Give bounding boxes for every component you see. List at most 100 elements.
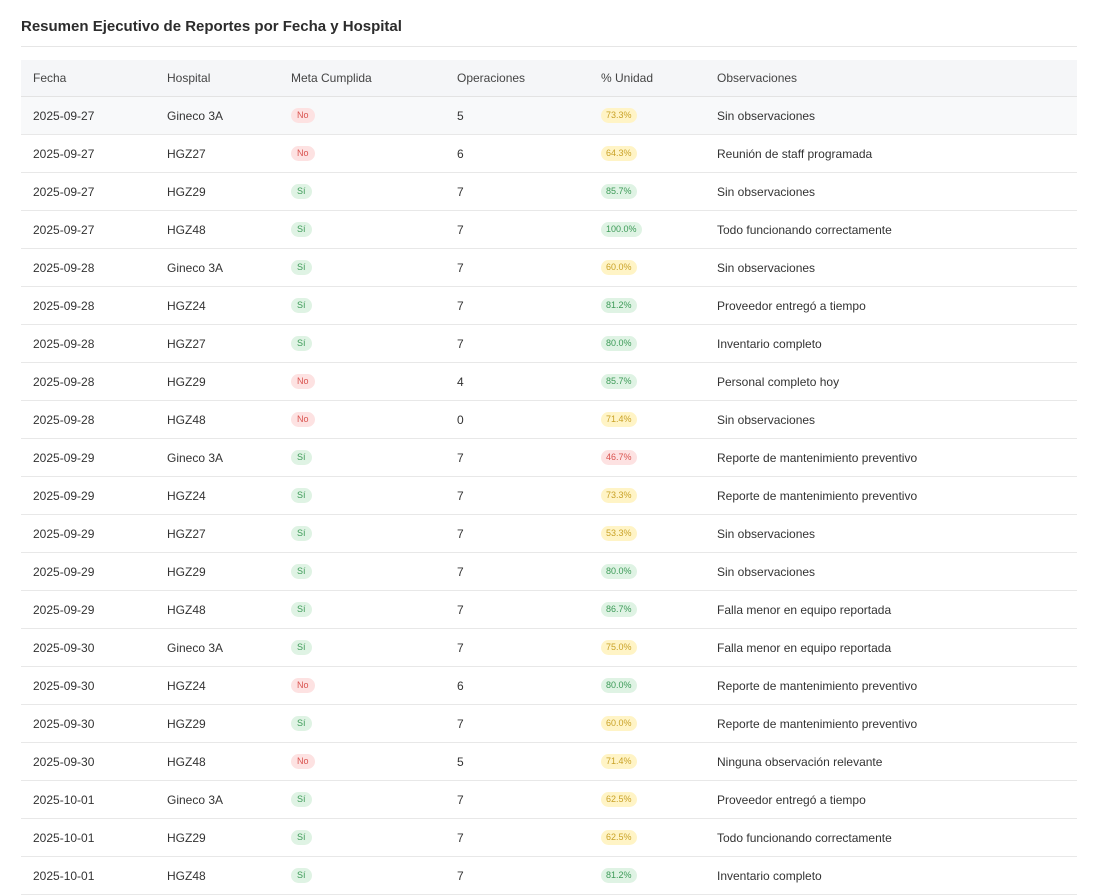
cell-hospital: Gineco 3A <box>167 792 224 807</box>
cell-hospital: HGZ24 <box>167 298 206 313</box>
meta-badge: No <box>291 146 315 161</box>
cell-hospital: HGZ48 <box>167 222 206 237</box>
unidad-badge: 62.5% <box>601 792 637 807</box>
cell-hospital: HGZ48 <box>167 868 206 883</box>
cell-hospital: Gineco 3A <box>167 260 224 275</box>
cell-fecha: 2025-09-29 <box>33 602 95 617</box>
cell-observaciones: Sin observaciones <box>717 184 816 199</box>
column-header-unidad[interactable]: % Unidad <box>601 60 653 96</box>
meta-badge: Sí <box>291 450 312 465</box>
cell-fecha: 2025-09-28 <box>33 374 95 389</box>
cell-fecha: 2025-09-30 <box>33 716 95 731</box>
cell-hospital: Gineco 3A <box>167 640 224 655</box>
cell-fecha: 2025-10-01 <box>33 792 95 807</box>
unidad-badge: 80.0% <box>601 678 637 693</box>
cell-unidad: 85.7% <box>601 363 637 400</box>
cell-operaciones: 7 <box>457 602 464 617</box>
column-header-hospital[interactable]: Hospital <box>167 60 210 96</box>
cell-meta: No <box>291 401 315 438</box>
cell-hospital: HGZ27 <box>167 526 206 541</box>
unidad-badge: 64.3% <box>601 146 637 161</box>
cell-hospital: HGZ29 <box>167 716 206 731</box>
unidad-badge: 60.0% <box>601 260 637 275</box>
table-row: 2025-09-27 HGZ48 Sí 7 100.0% Todo funcionando… <box>21 211 1077 249</box>
cell-operaciones: 5 <box>457 754 464 769</box>
column-header-operaciones[interactable]: Operaciones <box>457 60 525 96</box>
cell-operaciones: 7 <box>457 640 464 655</box>
table-row: 2025-09-29 Gineco 3A Sí 7 46.7% Reporte de ma… <box>21 439 1077 477</box>
cell-meta: No <box>291 363 315 400</box>
cell-observaciones: Todo funcionando correctamente <box>717 222 892 237</box>
table-row: 2025-09-27 HGZ29 Sí 7 85.7% Sin observaciones <box>21 173 1077 211</box>
cell-fecha: 2025-09-27 <box>33 184 95 199</box>
cell-hospital: HGZ29 <box>167 374 206 389</box>
cell-unidad: 62.5% <box>601 819 637 856</box>
cell-operaciones: 7 <box>457 830 464 845</box>
unidad-badge: 80.0% <box>601 564 637 579</box>
table-header: Fecha Hospital Meta Cumplida Operaciones… <box>21 60 1077 97</box>
cell-observaciones: Proveedor entregó a tiempo <box>717 792 866 807</box>
cell-observaciones: Sin observaciones <box>717 260 816 275</box>
cell-hospital: HGZ48 <box>167 754 206 769</box>
meta-badge: Sí <box>291 602 312 617</box>
cell-unidad: 71.4% <box>601 743 637 780</box>
cell-observaciones: Falla menor en equipo reportada <box>717 602 892 617</box>
cell-meta: Sí <box>291 781 312 818</box>
table-row: 2025-09-30 HGZ24 No 6 80.0% Reporte de manten… <box>21 667 1077 705</box>
cell-observaciones: Inventario completo <box>717 868 822 883</box>
cell-operaciones: 4 <box>457 374 464 389</box>
cell-unidad: 60.0% <box>601 705 637 742</box>
unidad-badge: 85.7% <box>601 184 637 199</box>
cell-observaciones: Sin observaciones <box>717 412 816 427</box>
table-row: 2025-09-29 HGZ24 Sí 7 73.3% Reporte de manten… <box>21 477 1077 515</box>
cell-unidad: 46.7% <box>601 439 637 476</box>
table-body: 2025-09-27 Gineco 3A No 5 73.3% Sin observaci… <box>21 97 1077 895</box>
cell-fecha: 2025-09-27 <box>33 146 95 161</box>
cell-meta: Sí <box>291 819 312 856</box>
cell-unidad: 80.0% <box>601 667 637 704</box>
cell-fecha: 2025-09-29 <box>33 450 95 465</box>
column-header-fecha[interactable]: Fecha <box>33 60 66 96</box>
table-row: 2025-09-30 HGZ48 No 5 71.4% Ninguna observaci… <box>21 743 1077 781</box>
cell-hospital: HGZ29 <box>167 184 206 199</box>
table-row: 2025-10-01 HGZ29 Sí 7 62.5% Todo funcionando … <box>21 819 1077 857</box>
cell-meta: Sí <box>291 287 312 324</box>
meta-badge: Sí <box>291 526 312 541</box>
meta-badge: Sí <box>291 564 312 579</box>
cell-unidad: 81.2% <box>601 287 637 324</box>
column-header-meta[interactable]: Meta Cumplida <box>291 60 372 96</box>
cell-meta: Sí <box>291 249 312 286</box>
cell-observaciones: Reporte de mantenimiento preventivo <box>717 678 918 693</box>
cell-meta: No <box>291 97 315 134</box>
cell-meta: Sí <box>291 439 312 476</box>
cell-meta: Sí <box>291 553 312 590</box>
meta-badge: Sí <box>291 336 312 351</box>
table-row: 2025-09-29 HGZ29 Sí 7 80.0% Sin observaciones <box>21 553 1077 591</box>
table-row: 2025-09-27 HGZ27 No 6 64.3% Reunión de staff … <box>21 135 1077 173</box>
cell-hospital: HGZ24 <box>167 678 206 693</box>
meta-badge: Sí <box>291 640 312 655</box>
table-row: 2025-10-01 Gineco 3A Sí 7 62.5% Proveedor ent… <box>21 781 1077 819</box>
cell-observaciones: Falla menor en equipo reportada <box>717 640 892 655</box>
cell-meta: Sí <box>291 515 312 552</box>
cell-observaciones: Personal completo hoy <box>717 374 840 389</box>
cell-observaciones: Inventario completo <box>717 336 822 351</box>
cell-fecha: 2025-10-01 <box>33 830 95 845</box>
cell-hospital: HGZ24 <box>167 488 206 503</box>
cell-unidad: 64.3% <box>601 135 637 172</box>
cell-unidad: 53.3% <box>601 515 637 552</box>
unidad-badge: 73.3% <box>601 488 637 503</box>
cell-hospital: HGZ27 <box>167 336 206 351</box>
meta-badge: No <box>291 108 315 123</box>
cell-fecha: 2025-09-27 <box>33 108 95 123</box>
unidad-badge: 80.0% <box>601 336 637 351</box>
cell-operaciones: 7 <box>457 298 464 313</box>
cell-hospital: Gineco 3A <box>167 108 224 123</box>
column-header-observaciones[interactable]: Observaciones <box>717 60 797 96</box>
cell-fecha: 2025-09-28 <box>33 336 95 351</box>
cell-operaciones: 7 <box>457 792 464 807</box>
cell-meta: Sí <box>291 477 312 514</box>
cell-unidad: 80.0% <box>601 553 637 590</box>
unidad-badge: 81.2% <box>601 868 637 883</box>
cell-hospital: HGZ27 <box>167 146 206 161</box>
